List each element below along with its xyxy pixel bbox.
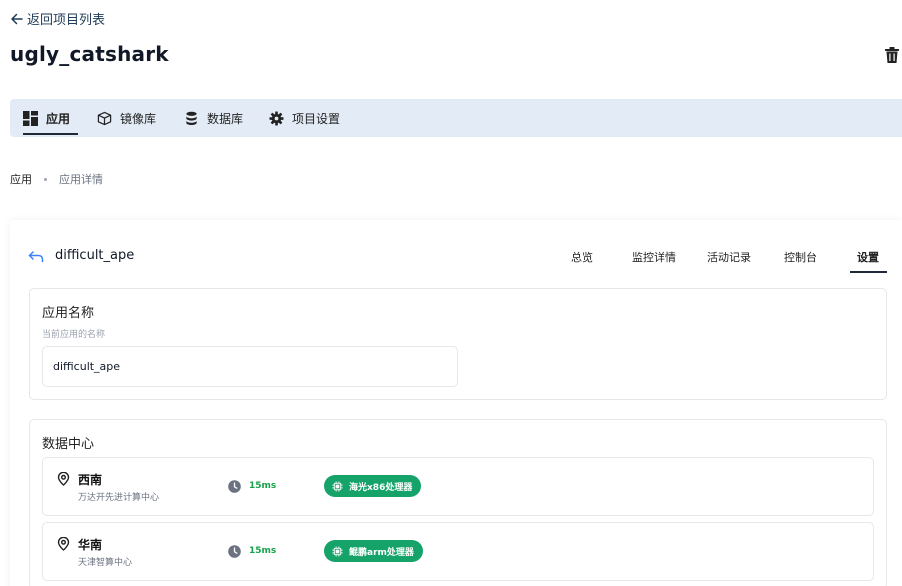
box-icon	[97, 111, 112, 125]
nav-tab-project-settings[interactable]: 项目设置	[269, 99, 340, 137]
project-title: ugly_catshark	[10, 42, 169, 66]
trash-icon[interactable]	[884, 46, 900, 64]
active-tab-indicator	[23, 133, 78, 135]
location-pin-icon	[57, 472, 70, 486]
nav-tab-label: 项目设置	[292, 111, 341, 126]
processor-badge: 鲲鹏arm处理器	[324, 540, 423, 562]
tab-settings[interactable]: 设置	[857, 249, 879, 265]
back-link-label: 返回项目列表	[27, 13, 106, 28]
section-subtitle: 当前应用的名称	[42, 330, 106, 340]
nav-tab-label: 应用	[46, 111, 71, 126]
processor-label: 鲲鹏arm处理器	[349, 547, 414, 558]
datacenter-name: 西南	[78, 473, 103, 487]
section-title: 数据中心	[42, 437, 95, 452]
datacenter-name: 华南	[78, 538, 103, 552]
back-to-projects-link[interactable]: 返回项目列表	[10, 9, 105, 28]
nav-tab-images[interactable]: 镜像库	[97, 99, 156, 137]
nav-tab-apps[interactable]: 应用	[23, 99, 70, 137]
breadcrumb-separator	[44, 177, 47, 181]
breadcrumb: 应用 应用详情	[10, 171, 103, 187]
tab-console[interactable]: 控制台	[784, 249, 817, 265]
latency-value: 15ms	[249, 546, 277, 556]
app-name-section: 应用名称 当前应用的名称	[29, 288, 887, 400]
datacenter-option[interactable]: 华南 天津智算中心 15ms 鲲鹏arm处理器	[42, 522, 874, 581]
grid-icon	[23, 110, 38, 126]
datacenter-description: 万达开先进计算中心	[78, 493, 160, 503]
clock-icon	[228, 480, 241, 493]
project-nav-bar: 应用 镜像库 数据库 项目设置	[10, 99, 902, 137]
breadcrumb-current: 应用详情	[59, 173, 103, 186]
tab-monitoring[interactable]: 监控详情	[632, 249, 676, 265]
app-name-input[interactable]	[42, 346, 458, 387]
database-icon	[186, 111, 197, 125]
section-title: 应用名称	[42, 306, 95, 321]
app-name: difficult_ape	[55, 248, 135, 263]
nav-tab-label: 镜像库	[120, 111, 157, 126]
breadcrumb-root[interactable]: 应用	[10, 171, 32, 187]
location-pin-icon	[57, 537, 70, 551]
arrow-left-icon	[11, 13, 23, 24]
tab-activity[interactable]: 活动记录	[707, 249, 751, 265]
cpu-chip-icon	[332, 480, 343, 492]
datacenter-option[interactable]: 西南 万达开先进计算中心 15ms 海光x86处理器	[42, 457, 874, 516]
tab-overview[interactable]: 总览	[571, 249, 593, 265]
latency-value: 15ms	[249, 481, 277, 491]
clock-icon	[228, 545, 241, 558]
nav-tab-databases[interactable]: 数据库	[184, 99, 243, 137]
processor-badge: 海光x86处理器	[324, 475, 422, 497]
gear-icon	[269, 110, 284, 126]
processor-label: 海光x86处理器	[349, 482, 413, 493]
datacenter-description: 天津智算中心	[78, 558, 133, 568]
nav-tab-label: 数据库	[207, 111, 244, 126]
active-tab-indicator	[850, 271, 887, 273]
cpu-chip-icon	[332, 545, 343, 557]
return-arrow-icon[interactable]	[28, 249, 44, 263]
